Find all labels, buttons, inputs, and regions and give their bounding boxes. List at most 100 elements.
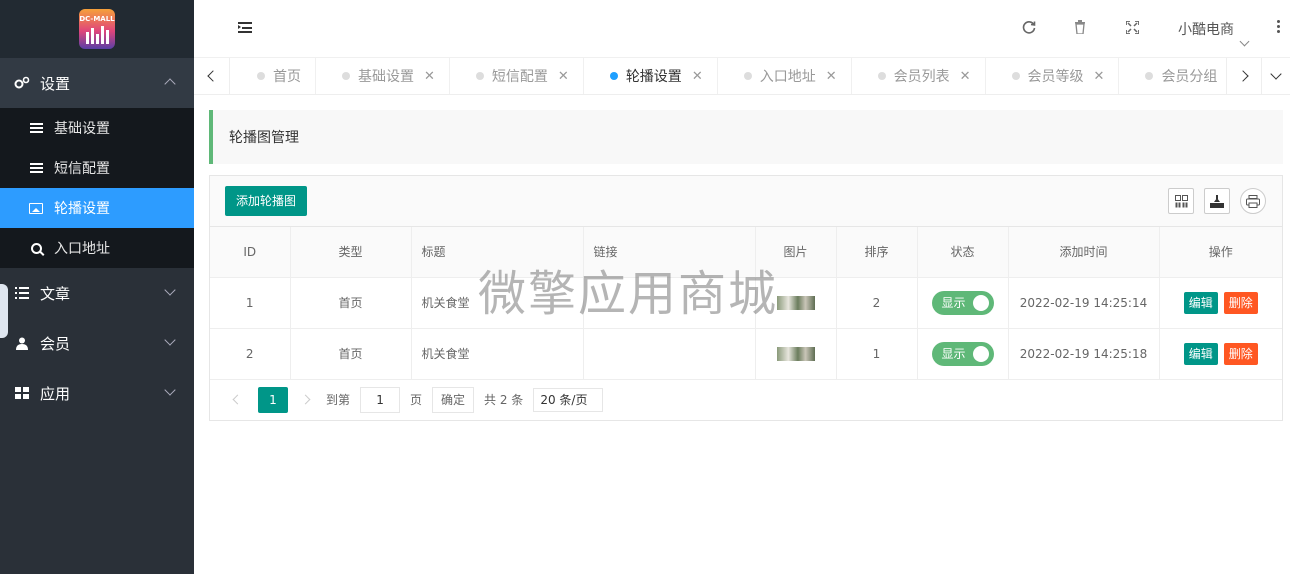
column-header[interactable]: 标题 bbox=[411, 227, 584, 278]
close-icon[interactable]: ✕ bbox=[826, 69, 837, 84]
close-icon[interactable]: ✕ bbox=[692, 69, 703, 84]
export-icon[interactable] bbox=[1204, 188, 1230, 214]
close-icon[interactable]: ✕ bbox=[960, 69, 971, 84]
logo-text: DC-MALL bbox=[79, 15, 115, 23]
status-toggle[interactable]: 显示 bbox=[931, 341, 994, 366]
table-row: 1 首页 机关食堂 2 显示 2022-02-19 14:25:14 编辑 删除 bbox=[210, 277, 1282, 329]
goto-confirm-button[interactable]: 确定 bbox=[432, 386, 475, 413]
page-size-select[interactable]: 20 条/页 bbox=[533, 387, 604, 412]
print-icon[interactable] bbox=[1240, 188, 1266, 214]
tab-member-level[interactable]: 会员等级 ✕ bbox=[986, 58, 1120, 94]
collapse-menu-icon[interactable] bbox=[238, 22, 252, 33]
column-header[interactable]: 操作 bbox=[1159, 227, 1282, 278]
sidebar-group-label: 设置 bbox=[40, 74, 71, 93]
page-number-current[interactable]: 1 bbox=[258, 386, 288, 413]
delete-button[interactable]: 删除 bbox=[1223, 342, 1258, 365]
column-header[interactable]: 状态 bbox=[917, 227, 1009, 278]
tabs-scroll-left-button[interactable] bbox=[194, 58, 230, 94]
column-header[interactable]: 类型 bbox=[290, 227, 412, 278]
goto-page-input[interactable]: 1 bbox=[360, 386, 401, 413]
column-header[interactable]: 排序 bbox=[836, 227, 918, 278]
column-header[interactable]: 添加时间 bbox=[1008, 227, 1160, 278]
tab-home[interactable]: 首页 bbox=[231, 58, 316, 94]
settings-submenu: 基础设置 短信配置 轮播设置 入口地址 bbox=[0, 108, 194, 268]
tabs: 首页 基础设置 ✕ 短信配置 ✕ 轮播设置 ✕ 入口地址 ✕ 会员列表 ✕ 会员… bbox=[231, 58, 1254, 94]
cell-time: 2022-02-19 14:25:18 bbox=[1008, 328, 1160, 380]
column-header[interactable]: 链接 bbox=[583, 227, 756, 278]
tab-label: 入口地址 bbox=[759, 69, 816, 85]
chevron-down-icon bbox=[164, 334, 176, 346]
list-icon bbox=[29, 123, 43, 133]
sidebar-group-apps[interactable]: 应用 bbox=[0, 368, 194, 418]
user-menu[interactable]: 小酷电商 bbox=[1178, 19, 1234, 39]
trash-icon[interactable] bbox=[1074, 20, 1086, 38]
sidebar-group-label: 会员 bbox=[40, 334, 71, 353]
cell-sort: 2 bbox=[836, 277, 918, 329]
sidebar-group-settings[interactable]: 设置 bbox=[0, 58, 194, 108]
sidebar-item-carousel-settings[interactable]: 轮播设置 bbox=[0, 188, 194, 228]
cell-type: 首页 bbox=[290, 328, 412, 380]
main-content: 轮播图管理 添加轮播图 ID 类型 标题 链接 图片 排序 状态 添加时间 操作… bbox=[209, 110, 1283, 421]
tab-sms-config[interactable]: 短信配置 ✕ bbox=[450, 58, 584, 94]
cell-time: 2022-02-19 14:25:14 bbox=[1008, 277, 1160, 329]
chevron-down-icon[interactable] bbox=[1239, 36, 1250, 47]
goto-label: 到第 bbox=[326, 393, 351, 407]
sidebar-item-sms-config[interactable]: 短信配置 bbox=[0, 148, 194, 188]
tab-label: 会员分组 bbox=[1161, 69, 1218, 85]
tabs-scroll-right-button[interactable] bbox=[1226, 58, 1262, 94]
carousel-thumbnail[interactable] bbox=[776, 346, 815, 361]
cell-title: 机关食堂 bbox=[411, 277, 584, 329]
chevron-down-icon bbox=[164, 284, 176, 296]
edit-button[interactable]: 编辑 bbox=[1183, 291, 1218, 314]
fullscreen-icon[interactable] bbox=[1125, 20, 1140, 38]
tab-carousel-settings[interactable]: 轮播设置 ✕ bbox=[584, 58, 718, 94]
prev-page-button[interactable] bbox=[232, 394, 244, 404]
more-vertical-icon[interactable] bbox=[1277, 20, 1280, 35]
tab-status-dot bbox=[475, 72, 484, 80]
gears-icon bbox=[14, 76, 30, 90]
tab-status-dot bbox=[1145, 72, 1154, 80]
sidebar-group-members[interactable]: 会员 bbox=[0, 318, 194, 368]
edit-button[interactable]: 编辑 bbox=[1183, 342, 1218, 365]
chevron-down-icon bbox=[164, 384, 176, 396]
sidebar-item-basic-settings[interactable]: 基础设置 bbox=[0, 108, 194, 148]
table-header-row: ID 类型 标题 链接 图片 排序 状态 添加时间 操作 bbox=[210, 227, 1282, 278]
cell-title: 机关食堂 bbox=[411, 328, 584, 380]
tab-member-list[interactable]: 会员列表 ✕ bbox=[852, 58, 986, 94]
user-icon bbox=[14, 337, 30, 350]
columns-filter-icon[interactable] bbox=[1168, 188, 1194, 214]
list-icon bbox=[14, 287, 30, 299]
sidebar-group-articles[interactable]: 文章 bbox=[0, 268, 194, 318]
side-drawer-handle[interactable] bbox=[0, 284, 8, 338]
close-icon[interactable]: ✕ bbox=[558, 69, 569, 84]
sidebar-group-label: 应用 bbox=[40, 384, 71, 403]
cell-status: 显示 bbox=[917, 328, 1009, 380]
cell-status: 显示 bbox=[917, 277, 1009, 329]
page-unit-label: 页 bbox=[410, 393, 423, 407]
page-title: 轮播图管理 bbox=[209, 110, 1283, 164]
add-carousel-button[interactable]: 添加轮播图 bbox=[225, 186, 308, 216]
column-header[interactable]: 图片 bbox=[755, 227, 837, 278]
tab-status-dot bbox=[257, 72, 265, 80]
carousel-thumbnail[interactable] bbox=[776, 295, 815, 310]
close-icon[interactable]: ✕ bbox=[1094, 69, 1105, 84]
cell-link bbox=[583, 277, 756, 329]
column-header[interactable]: ID bbox=[210, 227, 291, 278]
tab-basic-settings[interactable]: 基础设置 ✕ bbox=[316, 58, 450, 94]
delete-button[interactable]: 删除 bbox=[1223, 291, 1258, 314]
refresh-icon[interactable] bbox=[1022, 20, 1036, 38]
sidebar-item-label: 基础设置 bbox=[54, 121, 110, 137]
list-icon bbox=[29, 163, 43, 173]
logo[interactable]: DC-MALL bbox=[0, 0, 194, 58]
tabs-dropdown-button[interactable] bbox=[1262, 58, 1290, 94]
tab-status-dot bbox=[743, 72, 752, 80]
close-icon[interactable]: ✕ bbox=[424, 69, 435, 84]
sidebar-item-label: 短信配置 bbox=[54, 161, 110, 177]
tab-entry-address[interactable]: 入口地址 ✕ bbox=[718, 58, 852, 94]
sidebar-item-entry-address[interactable]: 入口地址 bbox=[0, 228, 194, 268]
tab-label: 基础设置 bbox=[358, 69, 414, 85]
tab-status-dot bbox=[1011, 72, 1020, 80]
next-page-button[interactable] bbox=[300, 394, 312, 404]
tab-label: 会员等级 bbox=[1027, 69, 1084, 85]
status-toggle[interactable]: 显示 bbox=[931, 290, 994, 315]
